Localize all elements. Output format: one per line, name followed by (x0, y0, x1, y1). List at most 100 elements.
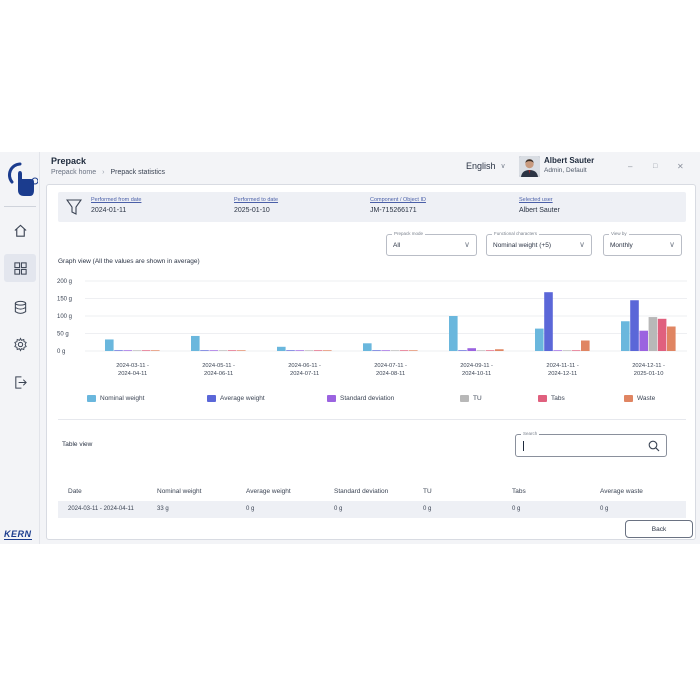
chevron-down-icon: ∨ (500, 163, 506, 170)
legend-swatch (87, 395, 96, 402)
sidebar-divider (4, 206, 36, 207)
table-header: Date Nominal weight Average weight Standard… (58, 484, 686, 500)
filter-from-date[interactable]: Performed from date 2024-01-11 (91, 197, 141, 214)
table-cell: 0 g (512, 506, 521, 512)
logout-icon (14, 375, 27, 389)
chart-bar (132, 350, 142, 351)
chart-bar (639, 330, 648, 351)
chart-bar (553, 350, 562, 351)
legend-item[interactable]: Waste (624, 395, 655, 402)
section-divider (58, 419, 686, 420)
sidebar-item-home[interactable] (4, 216, 36, 244)
language-selector[interactable]: English ∨ (466, 161, 506, 171)
filter-component[interactable]: Component / Object ID JM-715266171 (370, 197, 426, 214)
x-tick-label: 2024-06-11 - (288, 363, 321, 369)
chart-bar (105, 339, 114, 351)
chart-bar (363, 343, 372, 351)
filter-user[interactable]: Selected user Albert Sauter (519, 197, 560, 214)
functional-characters-select[interactable]: Functional characters Nominal weight (+5… (486, 231, 592, 256)
sidebar: KERN (0, 152, 40, 544)
table-column-header[interactable]: TU (423, 488, 432, 495)
x-tick-label: 2024-10-11 (462, 371, 491, 377)
view-by-select[interactable]: View by Monthly ∨ (603, 231, 682, 256)
view-by-label: View by (609, 231, 629, 236)
prepack-mode-select[interactable]: Prepack mode All ∨ (386, 231, 477, 256)
table-column-header[interactable]: Average weight (246, 488, 291, 495)
chevron-down-icon: ∨ (579, 240, 585, 249)
user-role: Admin, Default (544, 167, 587, 174)
chart-bar (372, 350, 381, 351)
chart-bar (485, 350, 495, 351)
legend-item[interactable]: Average weight (207, 395, 265, 402)
table-cell: 0 g (246, 506, 255, 512)
gear-icon (13, 336, 27, 352)
table-row[interactable]: 2024-03-11 - 2024-04-11 33 g 0 g 0 g 0 g 0 g 0… (58, 501, 686, 518)
filter-component-label: Component / Object ID (370, 197, 426, 203)
grid-icon (13, 261, 27, 275)
chart-bar (141, 350, 151, 351)
legend-swatch (538, 395, 547, 402)
breadcrumb-home-link[interactable]: Prepack home (51, 169, 96, 176)
y-tick-label: 200 g (57, 279, 72, 285)
close-icon[interactable]: ✕ (677, 162, 684, 171)
chart-bar (237, 350, 246, 351)
chart-bar (409, 350, 418, 351)
x-tick-label: 2024-08-11 (376, 371, 405, 377)
x-tick-label: 2024-09-11 - (460, 363, 493, 369)
filter-to-date[interactable]: Performed to date 2025-01-10 (234, 197, 278, 214)
chart-bar (667, 326, 676, 351)
x-tick-label: 2024-07-11 (290, 371, 319, 377)
user-name: Albert Sauter (544, 156, 595, 165)
maximize-icon[interactable]: □ (653, 163, 657, 170)
home-icon (13, 224, 27, 237)
app-window: KERN Prepack Prepack home › Prepack stat… (0, 152, 700, 544)
language-value: English (466, 161, 496, 171)
chart-bar (476, 350, 486, 351)
statistics-panel: Performed from date 2024-01-11 Performed… (46, 184, 696, 540)
legend-swatch (327, 395, 336, 402)
functional-characters-value: Nominal weight (+5) (493, 242, 551, 249)
table-cell: 0 g (600, 506, 609, 512)
back-button[interactable]: Back (625, 520, 693, 538)
x-tick-label: 2024-07-11 - (374, 363, 407, 369)
page-title: Prepack (51, 156, 87, 166)
legend-item[interactable]: Standard deviation (327, 395, 394, 402)
search-input[interactable]: Search (515, 431, 667, 457)
chart-bar (657, 318, 667, 351)
avatar[interactable] (519, 156, 540, 177)
legend-item[interactable]: Nominal weight (87, 395, 144, 402)
sidebar-item-settings[interactable] (4, 330, 36, 358)
chart-bar (390, 350, 400, 351)
minimize-icon[interactable]: – (628, 162, 632, 171)
chart-bar (467, 348, 476, 351)
sidebar-item-database[interactable] (4, 293, 36, 321)
text-caret (523, 441, 524, 451)
x-tick-label: 2024-12-11 - (632, 363, 665, 369)
table-column-header[interactable]: Average waste (600, 488, 643, 495)
y-tick-label: 100 g (57, 314, 72, 320)
search-icon[interactable] (648, 440, 660, 452)
x-tick-label: 2024-12-11 (548, 371, 577, 377)
table-column-header[interactable]: Nominal weight (157, 488, 201, 495)
x-tick-label: 2024-06-11 (204, 371, 233, 377)
bar-chart: 0 g 50 g 100 g 150 g 200 g 2024-03-11 - 2024-0… (57, 279, 687, 377)
view-by-value: Monthly (610, 242, 633, 249)
user-photo-icon (519, 156, 540, 177)
legend-swatch (207, 395, 216, 402)
functional-characters-label: Functional characters (492, 231, 540, 236)
filter-to-value: 2025-01-10 (234, 207, 270, 214)
filter-icon[interactable] (66, 198, 82, 216)
table-column-header[interactable]: Date (68, 488, 82, 495)
chart-bar (458, 350, 467, 351)
sidebar-item-logout[interactable] (4, 368, 36, 396)
table-column-header[interactable]: Tabs (512, 488, 526, 495)
legend-label: Standard deviation (340, 395, 395, 402)
x-tick-label: 2024-03-11 - (116, 363, 149, 369)
chart-bar (313, 350, 323, 351)
chart-bar (648, 317, 658, 351)
legend-item[interactable]: TU (460, 395, 482, 402)
table-column-header[interactable]: Standard deviation (334, 488, 388, 495)
legend-item[interactable]: Tabs (538, 395, 565, 402)
chart-bar (277, 346, 286, 351)
sidebar-item-dashboard[interactable] (4, 254, 36, 282)
